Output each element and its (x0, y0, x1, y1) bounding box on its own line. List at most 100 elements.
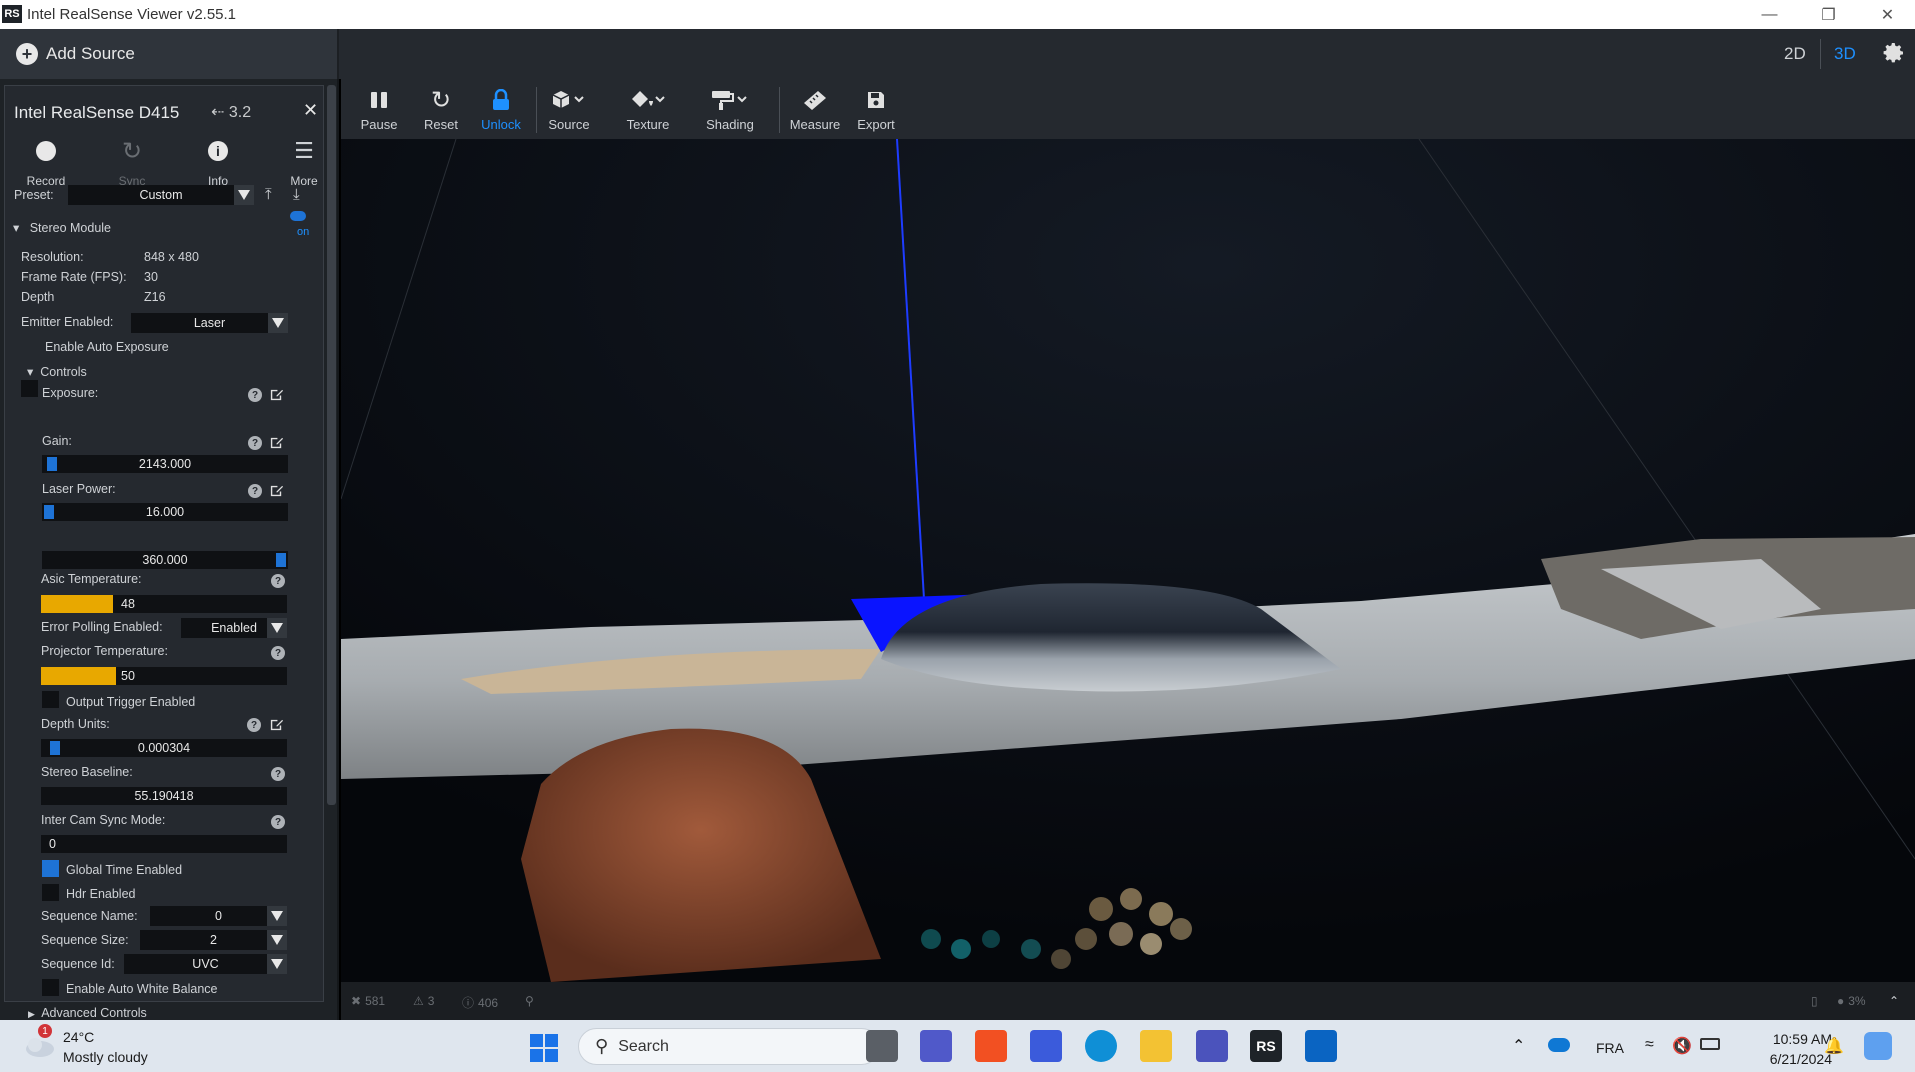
device-panel: Intel RealSense D415 ⇠ 3.2 ✕ Record ↻ Sy… (0, 79, 339, 1020)
language-indicator[interactable]: FRA (1596, 1040, 1624, 1056)
advanced-controls-header[interactable]: ▶ Advanced Controls (28, 1006, 147, 1020)
lock-icon (493, 89, 509, 110)
exposure-slider[interactable]: 2143.000 (42, 455, 288, 473)
app-icon-blue[interactable] (1030, 1030, 1062, 1062)
task-view-icon[interactable] (866, 1030, 898, 1062)
onedrive-cloud-icon[interactable] (1548, 1038, 1570, 1052)
close-device-button[interactable]: ✕ (303, 100, 318, 121)
help-icon[interactable]: ? (271, 574, 285, 588)
show-hidden-icons-chevron[interactable]: ⌃ (1512, 1036, 1525, 1056)
stereo-module-header[interactable]: ▾ Stereo Module (13, 220, 111, 235)
info-count[interactable]: ⓘ 406 (462, 994, 498, 1011)
collapse-log-icon[interactable]: ⌃ (1889, 994, 1899, 1008)
texture-button[interactable]: Texture (616, 85, 680, 132)
edit-icon[interactable] (269, 387, 284, 402)
upload-preset-icon[interactable]: ⤒ (265, 186, 272, 203)
info-button[interactable]: i Info (183, 136, 253, 188)
settings-gear-icon[interactable] (1882, 41, 1906, 65)
seq-id-dropdown[interactable]: UVC (124, 954, 287, 974)
error-count[interactable]: ✖ 581 (351, 994, 385, 1008)
taskbar-search-box[interactable]: ⚲ Search (578, 1028, 880, 1065)
help-icon[interactable]: ? (271, 767, 285, 781)
stereo-toggle[interactable] (290, 211, 306, 221)
usb-version: 3.2 (228, 104, 252, 121)
file-explorer-icon[interactable] (1140, 1030, 1172, 1062)
seq-size-label: Sequence Size: (41, 933, 129, 947)
reset-button[interactable]: ↻ Reset (409, 85, 473, 133)
help-icon[interactable]: ? (248, 484, 262, 498)
error-polling-label: Error Polling Enabled: (41, 620, 163, 634)
weather-description[interactable]: Mostly cloudy (63, 1049, 148, 1065)
stereo-baseline-value: 55.190418 (134, 789, 194, 803)
preset-value: Custom (139, 188, 183, 202)
sync-button[interactable]: ↻ Sync (97, 136, 167, 189)
slider-knob[interactable] (50, 741, 60, 755)
help-icon[interactable]: ? (248, 436, 262, 450)
help-icon[interactable]: ? (248, 388, 262, 402)
controls-title: Controls (40, 365, 87, 379)
help-icon[interactable]: ? (271, 815, 285, 829)
wifi-icon[interactable]: ≈ (1645, 1036, 1654, 1054)
view-3d-toggle[interactable]: 3D (1834, 44, 1856, 64)
measure-button[interactable]: Measure (783, 85, 847, 132)
hdr-checkbox[interactable] (42, 884, 59, 901)
shading-button[interactable]: Shading (698, 85, 762, 132)
slider-knob[interactable] (276, 553, 286, 567)
auto-exposure-checkbox[interactable] (21, 380, 38, 397)
add-source-button[interactable]: + Add Source (0, 29, 339, 79)
point-cloud-scene[interactable] (341, 139, 1915, 982)
inter-cam-field[interactable]: 0 (41, 835, 287, 853)
teams-new-icon[interactable] (1196, 1030, 1228, 1062)
warning-count[interactable]: ⚠ 3 (413, 994, 434, 1008)
laser-power-slider[interactable]: 360.000 (42, 551, 288, 569)
windows-start-icon[interactable] (530, 1034, 558, 1062)
controls-header[interactable]: ▾ Controls (27, 364, 87, 379)
point-cloud-viewport[interactable] (341, 139, 1915, 982)
edit-icon[interactable] (269, 483, 284, 498)
auto-white-balance-checkbox[interactable] (42, 979, 59, 996)
depth-units-slider[interactable]: 0.000304 (41, 739, 287, 757)
panel-scrollbar[interactable] (327, 85, 336, 805)
inter-cam-value: 0 (49, 837, 56, 851)
emitter-dropdown[interactable]: Laser (131, 313, 288, 333)
pause-button[interactable]: Pause (347, 85, 411, 132)
preset-dropdown[interactable]: Custom (68, 185, 254, 205)
notification-bell-icon[interactable]: 🔔 (1824, 1036, 1844, 1056)
edge-browser-icon[interactable] (1085, 1030, 1117, 1062)
slider-knob[interactable] (47, 457, 57, 471)
slider-knob[interactable] (44, 505, 54, 519)
edit-icon[interactable] (269, 435, 284, 450)
gain-slider[interactable]: 16.000 (42, 503, 288, 521)
teams-icon[interactable] (920, 1030, 952, 1062)
download-preset-icon[interactable]: ⤓ (293, 186, 300, 203)
error-polling-dropdown[interactable]: Enabled (181, 618, 287, 638)
source-button[interactable]: Source (537, 85, 601, 132)
weather-temperature[interactable]: 24°C (63, 1029, 94, 1045)
help-icon[interactable]: ? (271, 646, 285, 660)
unlock-button[interactable]: Unlock (469, 85, 533, 132)
battery-icon[interactable] (1700, 1038, 1720, 1050)
realsense-taskbar-icon[interactable]: RS (1250, 1030, 1282, 1062)
speaker-muted-icon[interactable]: 🔇 (1672, 1036, 1692, 1056)
copilot-icon[interactable] (1864, 1032, 1892, 1060)
outlook-icon[interactable] (1305, 1030, 1337, 1062)
log-search[interactable]: ⚲ (525, 994, 534, 1008)
fps-label: Frame Rate (FPS): (21, 270, 127, 284)
record-button[interactable]: Record (11, 136, 81, 188)
restore-button[interactable]: ❐ (1801, 0, 1856, 29)
clock-date[interactable]: 6/21/2024 (1746, 1051, 1832, 1067)
help-icon[interactable]: ? (247, 718, 261, 732)
minimize-button[interactable]: — (1742, 0, 1797, 29)
clock-time[interactable]: 10:59 AM (1752, 1031, 1832, 1047)
view-2d-toggle[interactable]: 2D (1784, 44, 1806, 64)
trash-icon[interactable]: ▯ (1811, 994, 1818, 1008)
export-button[interactable]: Export (844, 85, 908, 132)
edit-icon[interactable] (269, 717, 284, 732)
output-trigger-checkbox[interactable] (42, 691, 59, 708)
seq-name-dropdown[interactable]: 0 (150, 906, 287, 926)
store-icon[interactable] (975, 1030, 1007, 1062)
close-window-button[interactable]: ✕ (1860, 0, 1915, 29)
exposure-value: 2143.000 (138, 457, 192, 471)
global-time-checkbox[interactable] (42, 860, 59, 877)
seq-size-dropdown[interactable]: 2 (140, 930, 287, 950)
